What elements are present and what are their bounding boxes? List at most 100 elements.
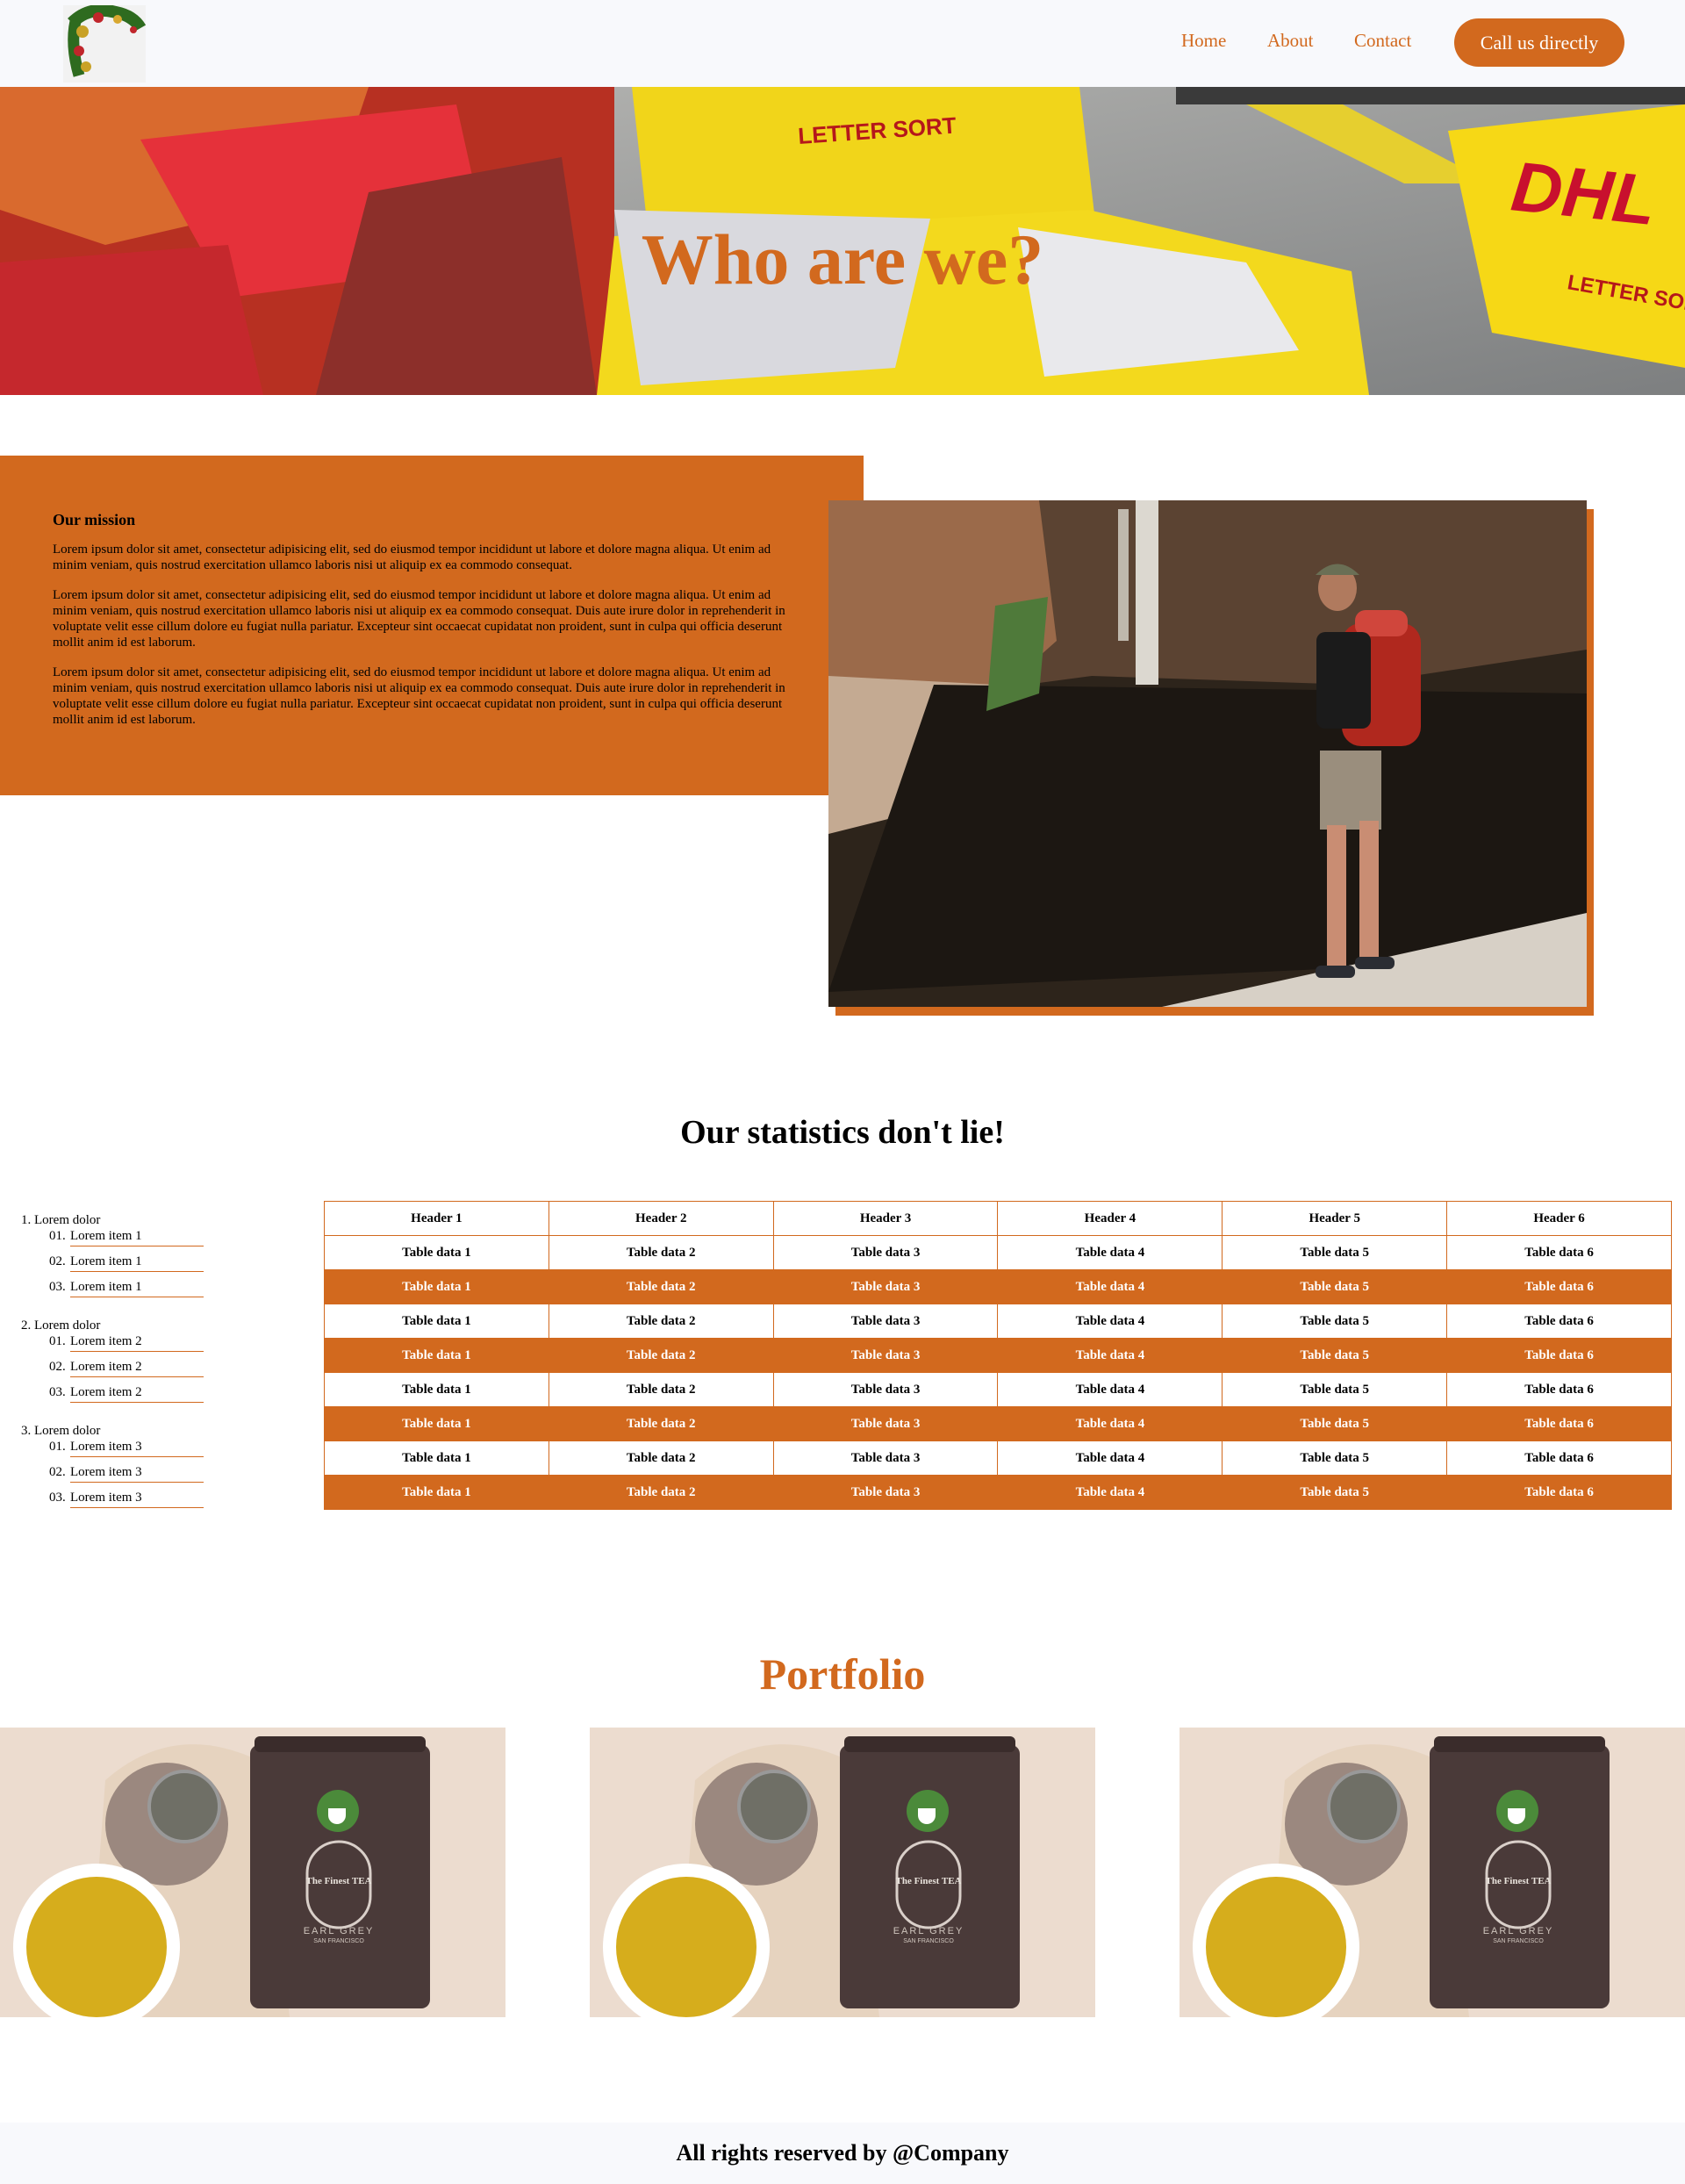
table-cell: Table data 3: [772, 1406, 999, 1441]
tea-city-label: SAN FRANCISCO: [903, 1938, 954, 1944]
table-cell: Table data 6: [1446, 1372, 1672, 1407]
portfolio-image-tea[interactable]: The Finest TEA SAN FRANCISCO EARL GREY: [1180, 1728, 1685, 2017]
sub-list-item[interactable]: 03. Lorem item 3: [49, 1491, 225, 1508]
portfolio-title: Portfolio: [759, 1649, 926, 1699]
portfolio-image-tea[interactable]: The Finest TEA SAN FRANCISCO EARL GREY: [0, 1728, 506, 2017]
table-cell: Table data 1: [324, 1338, 549, 1373]
table-cell: Table data 5: [1222, 1440, 1448, 1476]
hero-banner: LETTER SORT DHL LETTER SORT Who are we?: [0, 87, 1685, 395]
table-cell: Table data 4: [997, 1372, 1223, 1407]
table-row: Table data 1 Table data 2 Table data 3 Tabl…: [324, 1372, 1672, 1407]
table-row: Table data 1 Table data 2 Table data 3 Tabl…: [324, 1304, 1672, 1339]
table-cell: Table data 3: [772, 1235, 999, 1270]
christmas-wreath-logo[interactable]: [63, 4, 147, 83]
hiker-waterfall-photo: [828, 500, 1587, 1007]
table-header-cell: Header 2: [548, 1201, 774, 1236]
tea-flavor-label: EARL GREY: [304, 1926, 375, 1936]
sub-list-item[interactable]: 01. Lorem item 1: [49, 1229, 225, 1246]
list-heading: 2. Lorem dolor: [21, 1318, 101, 1333]
tea-brand-label: The Finest TEA: [896, 1876, 962, 1886]
table-cell: Table data 2: [548, 1372, 774, 1407]
table-cell: Table data 3: [772, 1475, 999, 1510]
table-header-cell: Header 4: [997, 1201, 1223, 1236]
table-header-row: Header 1 Header 2 Header 3 Header 4 Head…: [324, 1201, 1672, 1236]
table-cell: Table data 2: [548, 1235, 774, 1270]
list-heading: 3. Lorem dolor: [21, 1424, 101, 1438]
table-cell: Table data 2: [548, 1304, 774, 1339]
tea-city-label: SAN FRANCISCO: [313, 1938, 364, 1944]
table-cell: Table data 6: [1446, 1269, 1672, 1304]
table-cell: Table data 2: [548, 1406, 774, 1441]
table-cell: Table data 5: [1222, 1235, 1448, 1270]
table-cell: Table data 1: [324, 1440, 549, 1476]
table-cell: Table data 4: [997, 1304, 1223, 1339]
table-cell: Table data 5: [1222, 1304, 1448, 1339]
table-cell: Table data 6: [1446, 1235, 1672, 1270]
portfolio-image-tea[interactable]: The Finest TEA SAN FRANCISCO EARL GREY: [590, 1728, 1095, 2017]
sub-list-item[interactable]: 03. Lorem item 1: [49, 1280, 225, 1297]
table-row: Table data 1 Table data 2 Table data 3 Tabl…: [324, 1338, 1672, 1373]
table-cell: Table data 3: [772, 1269, 999, 1304]
table-cell: Table data 2: [548, 1440, 774, 1476]
stats-title: Our statistics don't lie!: [680, 1114, 1005, 1151]
table-cell: Table data 1: [324, 1475, 549, 1510]
sub-list-item[interactable]: 01. Lorem item 3: [49, 1440, 225, 1457]
tea-flavor-label: EARL GREY: [1483, 1926, 1554, 1936]
mission-title: Our mission: [53, 511, 136, 528]
table-cell: Table data 1: [324, 1372, 549, 1407]
table-header-cell: Header 6: [1446, 1201, 1672, 1236]
table-row: Table data 1 Table data 2 Table data 3 Tabl…: [324, 1475, 1672, 1510]
table-cell: Table data 3: [772, 1440, 999, 1476]
nav-home-link[interactable]: Home: [1181, 30, 1226, 52]
tea-flavor-label: EARL GREY: [893, 1926, 964, 1936]
table-cell: Table data 2: [548, 1475, 774, 1510]
table-cell: Table data 5: [1222, 1406, 1448, 1441]
sub-list-item[interactable]: 02. Lorem item 2: [49, 1360, 225, 1377]
mission-panel: Our mission Lorem ipsum dolor sit amet, …: [0, 456, 864, 795]
mission-paragraph: Lorem ipsum dolor sit amet, consectetur …: [53, 665, 785, 727]
table-row: Table data 1 Table data 2 Table data 3 Tabl…: [324, 1269, 1672, 1304]
table-cell: Table data 2: [548, 1338, 774, 1373]
table-cell: Table data 6: [1446, 1475, 1672, 1510]
sub-list-item[interactable]: 02. Lorem item 1: [49, 1254, 225, 1272]
stats-table: Header 1 Header 2 Header 3 Header 4 Head…: [324, 1201, 1672, 1510]
table-cell: Table data 3: [772, 1304, 999, 1339]
sub-list-item[interactable]: 02. Lorem item 3: [49, 1465, 225, 1483]
hero-title: Who are we?: [641, 219, 1044, 299]
table-cell: Table data 4: [997, 1440, 1223, 1476]
table-cell: Table data 3: [772, 1372, 999, 1407]
table-cell: Table data 6: [1446, 1338, 1672, 1373]
table-header-cell: Header 3: [772, 1201, 999, 1236]
table-cell: Table data 3: [772, 1338, 999, 1373]
table-cell: Table data 4: [997, 1269, 1223, 1304]
sub-list-item[interactable]: 03. Lorem item 2: [49, 1385, 225, 1403]
table-cell: Table data 5: [1222, 1475, 1448, 1510]
table-cell: Table data 4: [997, 1475, 1223, 1510]
table-cell: Table data 1: [324, 1235, 549, 1270]
call-us-button[interactable]: Call us directly: [1454, 18, 1624, 67]
footer-text: All rights reserved by @Company: [676, 2140, 1009, 2166]
table-row: Table data 1 Table data 2 Table data 3 Tabl…: [324, 1235, 1672, 1270]
mission-paragraph: Lorem ipsum dolor sit amet, consectetur …: [53, 542, 771, 572]
table-cell: Table data 5: [1222, 1372, 1448, 1407]
nav-contact-link[interactable]: Contact: [1354, 30, 1411, 52]
nav-about-link[interactable]: About: [1267, 30, 1314, 52]
table-cell: Table data 2: [548, 1269, 774, 1304]
top-nav: Home About Contact Call us directly: [0, 0, 1685, 87]
table-cell: Table data 6: [1446, 1440, 1672, 1476]
table-row: Table data 1 Table data 2 Table data 3 Tabl…: [324, 1406, 1672, 1441]
tea-city-label: SAN FRANCISCO: [1493, 1938, 1544, 1944]
mission-paragraph: Lorem ipsum dolor sit amet, consectetur …: [53, 588, 785, 650]
table-cell: Table data 4: [997, 1406, 1223, 1441]
table-cell: Table data 6: [1446, 1304, 1672, 1339]
table-header-cell: Header 1: [324, 1201, 549, 1236]
table-row: Table data 1 Table data 2 Table data 3 Tabl…: [324, 1440, 1672, 1476]
table-cell: Table data 5: [1222, 1338, 1448, 1373]
table-cell: Table data 1: [324, 1269, 549, 1304]
table-cell: Table data 6: [1446, 1406, 1672, 1441]
sub-list-item[interactable]: 01. Lorem item 2: [49, 1334, 225, 1352]
table-cell: Table data 1: [324, 1304, 549, 1339]
table-cell: Table data 4: [997, 1235, 1223, 1270]
table-cell: Table data 4: [997, 1338, 1223, 1373]
table-header-cell: Header 5: [1222, 1201, 1448, 1236]
